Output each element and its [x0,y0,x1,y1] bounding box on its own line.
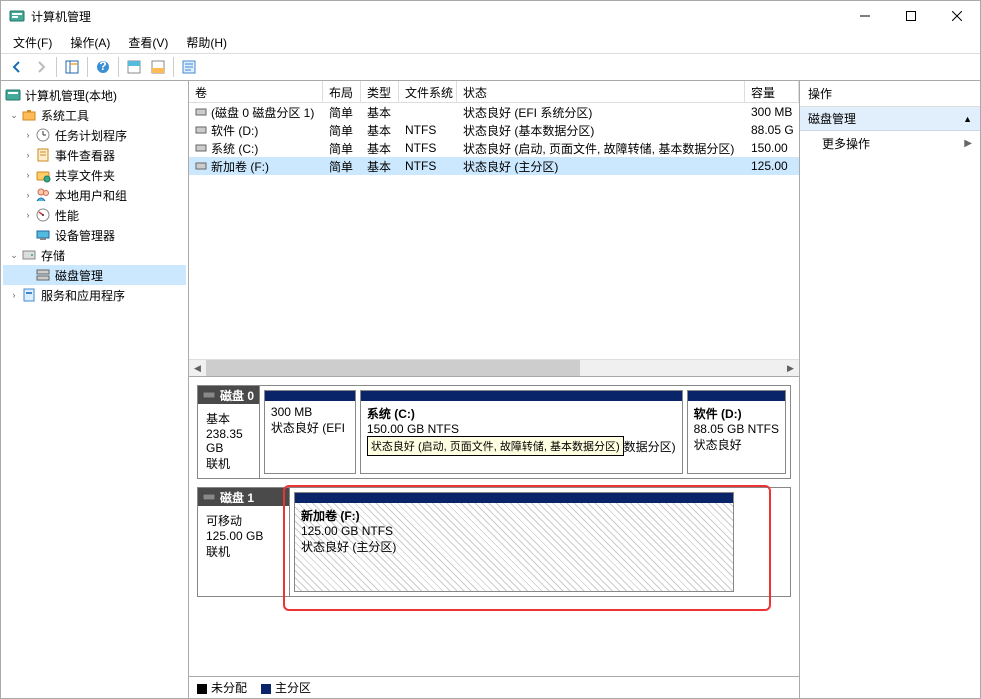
tree-services[interactable]: › 服务和应用程序 [3,285,186,305]
window-title: 计算机管理 [31,8,842,25]
volume-list-scrollbar[interactable]: ◀ ▶ [189,359,799,376]
disk-1-label: 磁盘 1 可移动 125.00 GB 联机 [198,488,290,596]
col-volume[interactable]: 卷 [189,81,323,102]
chevron-right-icon: ▶ [964,138,972,149]
maximize-button[interactable] [888,1,934,31]
caret-right-icon[interactable]: › [21,208,35,222]
partition-d[interactable]: 软件 (D:) 88.05 GB NTFS 状态良好 [687,390,786,474]
col-type[interactable]: 类型 [361,81,399,102]
legend-swatch-primary [261,684,271,694]
tree-shared-label: 共享文件夹 [55,167,115,184]
volume-row[interactable]: (磁盘 0 磁盘分区 1) 简单 基本 状态良好 (EFI 系统分区) 300 … [189,103,799,121]
tree-event[interactable]: › 事件查看器 [3,145,186,165]
show-hide-tree-button[interactable] [60,55,84,79]
tree-systools[interactable]: ⌄ 系统工具 [3,105,186,125]
volume-list: 卷 布局 类型 文件系统 状态 容量 (磁盘 0 磁盘分区 1) 简单 基本 状… [189,81,799,377]
col-layout[interactable]: 布局 [323,81,361,102]
center-pane: 卷 布局 类型 文件系统 状态 容量 (磁盘 0 磁盘分区 1) 简单 基本 状… [189,81,800,698]
main-area: 计算机管理(本地) ⌄ 系统工具 › 任务计划程序 › 事件查看器 › 共享文件… [1,81,980,698]
tree-task-label: 任务计划程序 [55,127,127,144]
collapse-icon: ▲ [963,114,972,124]
caret-right-icon[interactable]: › [21,188,35,202]
help-button[interactable]: ? [91,55,115,79]
volume-row[interactable]: 新加卷 (F:) 简单 基本 NTFS 状态良好 (主分区) 125.00 [189,157,799,175]
volume-row[interactable]: 系统 (C:) 简单 基本 NTFS 状态良好 (启动, 页面文件, 故障转储,… [189,139,799,157]
tree-perf[interactable]: › 性能 [3,205,186,225]
app-icon [9,8,25,24]
tree-root[interactable]: 计算机管理(本地) [3,85,186,105]
col-fs[interactable]: 文件系统 [399,81,457,102]
actions-header: 操作 [800,81,980,107]
tree-perf-label: 性能 [55,207,79,224]
svg-text:?: ? [99,59,106,73]
tree-users-label: 本地用户和组 [55,187,127,204]
tree-systools-label: 系统工具 [41,107,89,124]
caret-right-icon[interactable]: › [7,288,21,302]
menu-action[interactable]: 操作(A) [62,32,118,53]
tree-diskmgmt-label: 磁盘管理 [55,267,103,284]
legend-swatch-unallocated [197,684,207,694]
menu-bar: 文件(F) 操作(A) 查看(V) 帮助(H) [1,31,980,53]
disk-0-label: 磁盘 0 基本 238.35 GB 联机 [198,386,260,478]
volume-row[interactable]: 软件 (D:) 简单 基本 NTFS 状态良好 (基本数据分区) 88.05 G [189,121,799,139]
properties-button[interactable] [177,55,201,79]
tree-users[interactable]: › 本地用户和组 [3,185,186,205]
col-capacity[interactable]: 容量 [745,81,799,102]
caret-down-icon[interactable]: ⌄ [7,248,21,262]
caret-right-icon[interactable]: › [21,148,35,162]
tree-devmgr[interactable]: 设备管理器 [3,225,186,245]
close-button[interactable] [934,1,980,31]
tree-storage-label: 存储 [41,247,65,264]
navigation-pane: 计算机管理(本地) ⌄ 系统工具 › 任务计划程序 › 事件查看器 › 共享文件… [1,81,189,698]
scroll-left-icon[interactable]: ◀ [189,360,206,377]
caret-down-icon[interactable]: ⌄ [7,108,21,122]
tree-event-label: 事件查看器 [55,147,115,164]
menu-view[interactable]: 查看(V) [120,32,176,53]
partition-efi[interactable]: 300 MB 状态良好 (EFI [264,390,356,474]
menu-help[interactable]: 帮助(H) [178,32,235,53]
actions-more[interactable]: 更多操作 ▶ [800,131,980,156]
tree-task[interactable]: › 任务计划程序 [3,125,186,145]
back-button[interactable] [5,55,29,79]
scroll-right-icon[interactable]: ▶ [782,360,799,377]
tree-shared[interactable]: › 共享文件夹 [3,165,186,185]
menu-file[interactable]: 文件(F) [5,32,60,53]
disk-row-0[interactable]: 磁盘 0 基本 238.35 GB 联机 300 MB 状态良好 (EFI [197,385,791,479]
scrollbar-thumb[interactable] [206,360,580,377]
partition-c[interactable]: 系统 (C:) 150.00 GB NTFS 状态良好 (启动, 页面文件, 故… [360,390,683,474]
disk-graphical-view: 磁盘 0 基本 238.35 GB 联机 300 MB 状态良好 (EFI [189,377,799,676]
disk-row-1[interactable]: 磁盘 1 可移动 125.00 GB 联机 新加卷 (F:) 125.00 GB… [197,487,791,597]
partition-f[interactable]: 新加卷 (F:) 125.00 GB NTFS 状态良好 (主分区) [294,492,734,592]
tree-services-label: 服务和应用程序 [41,287,125,304]
legend: 未分配 主分区 [189,676,799,698]
actions-pane: 操作 磁盘管理 ▲ 更多操作 ▶ [800,81,980,698]
caret-right-icon[interactable]: › [21,128,35,142]
view-bottom-button[interactable] [146,55,170,79]
actions-group-diskmgmt[interactable]: 磁盘管理 ▲ [800,107,980,131]
view-top-button[interactable] [122,55,146,79]
volume-rows: (磁盘 0 磁盘分区 1) 简单 基本 状态良好 (EFI 系统分区) 300 … [189,103,799,359]
tree-devmgr-label: 设备管理器 [55,227,115,244]
minimize-button[interactable] [842,1,888,31]
toolbar: ? [1,53,980,81]
caret-right-icon[interactable]: › [21,168,35,182]
title-bar: 计算机管理 [1,1,980,31]
volume-list-header: 卷 布局 类型 文件系统 状态 容量 [189,81,799,103]
tree-root-label: 计算机管理(本地) [25,87,117,104]
status-tooltip: 状态良好 (启动, 页面文件, 故障转储, 基本数据分区) [367,436,624,456]
col-status[interactable]: 状态 [457,81,745,102]
tree-storage[interactable]: ⌄ 存储 [3,245,186,265]
forward-button[interactable] [29,55,53,79]
tree-diskmgmt[interactable]: 磁盘管理 [3,265,186,285]
